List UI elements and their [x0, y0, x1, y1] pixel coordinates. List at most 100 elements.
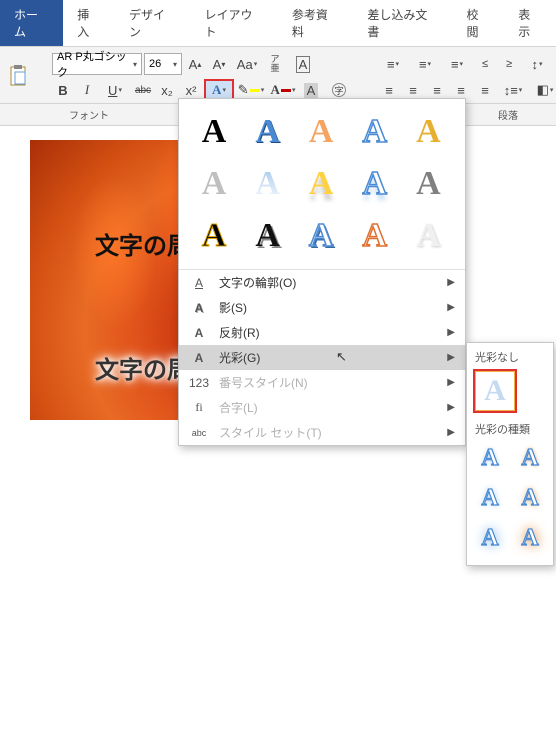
fx-preset-4[interactable]: A — [354, 111, 396, 153]
tab-insert[interactable]: 挿入 — [63, 0, 115, 46]
font-size-select[interactable]: 26 ▾ — [144, 53, 182, 75]
text-direction-icon: ↕ — [531, 57, 538, 72]
fx-preset-6[interactable]: A — [193, 163, 235, 205]
numbering-button[interactable]: ≡▾ — [410, 53, 440, 75]
fx-preset-9[interactable]: A — [354, 163, 396, 205]
tab-view[interactable]: 表示 — [504, 0, 556, 46]
glow-variants-header: 光彩の種類 — [473, 419, 547, 441]
bucket-icon: ◧ — [537, 82, 549, 98]
fx-preset-3[interactable]: A — [300, 111, 342, 153]
distribute-button[interactable]: ≡ — [474, 79, 496, 101]
fx-number-style-label: 番号スタイル(N) — [219, 374, 308, 391]
chevron-right-icon: ▶ — [447, 302, 455, 313]
glow-none-header: 光彩なし — [473, 347, 547, 369]
bold-button[interactable]: B — [52, 79, 74, 101]
chevron-down-icon: ▾ — [133, 60, 137, 69]
shadow-icon: A — [189, 301, 209, 315]
fx-preset-2[interactable]: A — [247, 111, 289, 153]
fx-style-set-label: スタイル セット(T) — [219, 424, 322, 441]
tab-mailings[interactable]: 差し込み文書 — [353, 0, 452, 46]
font-size-value: 26 — [149, 58, 161, 70]
fx-ligature-label: 合字(L) — [219, 399, 258, 416]
indent-increase-button[interactable]: ≥ — [498, 53, 520, 75]
line-spacing-button[interactable]: ↕≡▾ — [498, 79, 528, 101]
glow-variant-1[interactable]: A — [473, 441, 507, 475]
glow-none-option[interactable]: A — [473, 369, 517, 413]
underline-button[interactable]: U▾ — [100, 79, 130, 101]
fx-outline-label: 文字の輪郭(O) — [219, 274, 296, 291]
fx-preset-12[interactable]: A — [247, 215, 289, 257]
italic-button[interactable]: I — [76, 79, 98, 101]
glow-icon: A — [189, 351, 209, 365]
fx-preset-10[interactable]: A — [407, 163, 449, 205]
fx-reflection-label: 反射(R) — [219, 324, 260, 341]
grow-font-button[interactable]: A▴ — [184, 53, 206, 75]
fx-preset-5[interactable]: A — [407, 111, 449, 153]
glow-variant-4[interactable]: A — [513, 481, 547, 515]
glow-variants-grid: A A A A A A — [473, 441, 547, 555]
fx-style-set-item: abc スタイル セット(T) ▶ — [179, 420, 465, 445]
text-effects-gallery: A A A A A A A A A A A A A A A — [179, 99, 465, 269]
chevron-right-icon: ▶ — [447, 327, 455, 338]
chevron-right-icon: ▶ — [447, 377, 455, 388]
ribbon-tabs: ホーム 挿入 デザイン レイアウト 参考資料 差し込み文書 校閲 表示 — [0, 0, 556, 47]
tab-layout[interactable]: レイアウト — [190, 0, 277, 46]
tab-home[interactable]: ホーム — [0, 0, 63, 46]
shrink-font-button[interactable]: A▾ — [208, 53, 230, 75]
fx-outline-item[interactable]: A 文字の輪郭(O) ▶ — [179, 270, 465, 295]
fx-preset-7[interactable]: A — [247, 163, 289, 205]
numbering-icon: ≡ — [419, 57, 427, 72]
chevron-down-icon: ▾ — [173, 60, 177, 69]
ribbon: AR P丸ゴシック▾ 26▾ A▴ A▾ Aa▾ ア亜 A B I U▾ abc… — [0, 47, 556, 104]
fx-preset-1[interactable]: A — [193, 111, 235, 153]
char-border-button[interactable]: A — [288, 53, 318, 75]
font-group-label: フォント — [0, 104, 178, 125]
glow-variant-2[interactable]: A — [513, 441, 547, 475]
highlight-icon: ✎ — [238, 82, 249, 98]
chevron-right-icon: ▶ — [447, 352, 455, 363]
fx-reflection-item[interactable]: A 反射(R) ▶ — [179, 320, 465, 345]
fx-glow-item[interactable]: A 光彩(G) ↖ ▶ — [179, 345, 465, 370]
ligature-icon: fi — [189, 400, 209, 415]
text-direction-button[interactable]: ↕▾ — [522, 53, 552, 75]
tab-references[interactable]: 参考資料 — [278, 0, 353, 46]
reflection-icon: A — [189, 326, 209, 340]
change-case-button[interactable]: Aa▾ — [232, 53, 262, 75]
chevron-right-icon: ▶ — [447, 402, 455, 413]
bullets-icon: ≡ — [387, 57, 395, 72]
indent-decrease-button[interactable]: ≤ — [474, 53, 496, 75]
multilevel-icon: ≡ — [451, 57, 459, 72]
fx-preset-14[interactable]: A — [354, 215, 396, 257]
shading-button[interactable]: ◧▾ — [530, 79, 556, 101]
paragraph-group-label: 段落 — [468, 104, 548, 125]
paragraph-group: ≡▾ ≡▾ ≡▾ ≤ ≥ ↕▾ ≡ ≡ ≡ ≡ ≡ ↕≡▾ ◧▾ ⊞▾ — [378, 53, 556, 101]
tab-review[interactable]: 校閲 — [453, 0, 505, 46]
font-name-select[interactable]: AR P丸ゴシック▾ — [52, 53, 142, 75]
font-name-value: AR P丸ゴシック — [57, 48, 133, 80]
fx-shadow-label: 影(S) — [219, 299, 247, 316]
text-effects-submenu: A 文字の輪郭(O) ▶ A 影(S) ▶ A 反射(R) ▶ A 光彩(G) … — [179, 269, 465, 445]
glow-variant-6[interactable]: A — [513, 521, 547, 555]
fx-shadow-item[interactable]: A 影(S) ▶ — [179, 295, 465, 320]
fx-number-style-item: 123 番号スタイル(N) ▶ — [179, 370, 465, 395]
glow-variant-5[interactable]: A — [473, 521, 507, 555]
ruby-button[interactable]: ア亜 — [264, 53, 286, 75]
fx-glow-label: 光彩(G) — [219, 349, 260, 366]
glow-submenu: 光彩なし A 光彩の種類 A A A A A A — [466, 342, 554, 566]
tab-design[interactable]: デザイン — [115, 0, 190, 46]
multilevel-button[interactable]: ≡▾ — [442, 53, 472, 75]
font-group: AR P丸ゴシック▾ 26 ▾ A▴ A▾ Aa▾ ア亜 A B I U▾ abc… — [52, 53, 354, 101]
fx-preset-8[interactable]: A — [300, 163, 342, 205]
cursor-icon: ↖ — [336, 349, 347, 365]
strike-button[interactable]: abc — [132, 79, 154, 101]
style-set-icon: abc — [189, 428, 209, 438]
glow-variant-3[interactable]: A — [473, 481, 507, 515]
subscript-button[interactable]: x₂ — [156, 79, 178, 101]
outline-icon: A — [189, 276, 209, 290]
fx-preset-15[interactable]: A — [407, 215, 449, 257]
line-spacing-icon: ↕≡ — [504, 83, 518, 98]
fx-preset-11[interactable]: A — [193, 215, 235, 257]
bullets-button[interactable]: ≡▾ — [378, 53, 408, 75]
fx-preset-13[interactable]: A — [300, 215, 342, 257]
paste-button[interactable] — [8, 53, 28, 99]
